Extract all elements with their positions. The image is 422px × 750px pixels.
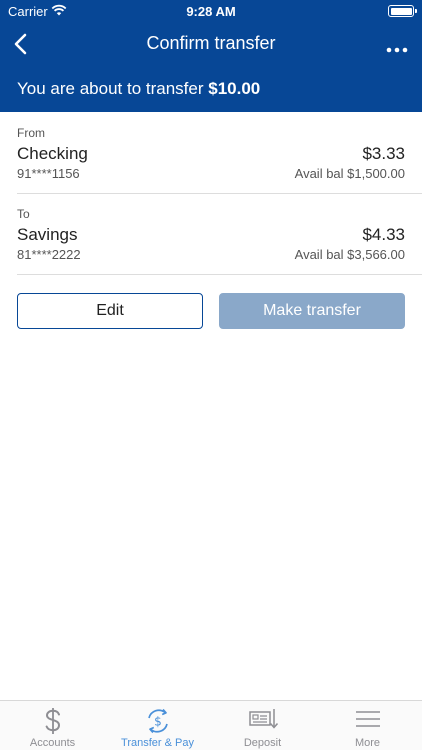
from-available-balance: Avail bal $1,500.00 — [294, 166, 405, 181]
from-account-number: 91****1156 — [17, 166, 80, 181]
to-account-name: Savings — [17, 225, 78, 244]
status-bar: Carrier 9:28 AM — [0, 0, 422, 22]
divider — [17, 193, 422, 194]
transfer-summary-text: You are about to transfer — [17, 79, 204, 98]
battery-icon — [388, 5, 417, 17]
divider — [17, 274, 422, 275]
transfer-pay-icon: $ — [105, 707, 210, 734]
transfer-summary: You are about to transfer $10.00 — [17, 79, 260, 99]
svg-text:$: $ — [154, 715, 162, 729]
to-account-number: 81****2222 — [17, 247, 81, 262]
nav-bar: Confirm transfer — [0, 22, 422, 66]
header: Carrier 9:28 AM Confirm transfer You are… — [0, 0, 422, 112]
transfer-amount: $10.00 — [208, 79, 261, 98]
page-title: Confirm transfer — [146, 33, 276, 53]
to-label: To — [17, 207, 30, 221]
edit-button[interactable]: Edit — [17, 293, 203, 329]
from-account: From Checking 91****1156 $3.33 Avail bal… — [17, 126, 405, 182]
to-account: To Savings 81****2222 $4.33 Avail bal $3… — [17, 207, 405, 263]
make-transfer-button[interactable]: Make transfer — [219, 293, 405, 329]
clock: 9:28 AM — [186, 4, 236, 19]
tab-label: Accounts — [29, 737, 76, 749]
from-account-name: Checking — [17, 144, 88, 163]
tab-label: More — [354, 737, 381, 749]
tab-bar: Accounts $ Transfer & Pay Deposit More — [0, 700, 422, 750]
tab-accounts[interactable]: Accounts — [0, 701, 105, 750]
tab-label: Deposit — [243, 737, 282, 749]
from-amount: $3.33 — [362, 144, 405, 163]
check-deposit-icon — [210, 707, 315, 733]
to-amount: $4.33 — [362, 225, 405, 244]
to-available-balance: Avail bal $3,566.00 — [294, 247, 405, 262]
hamburger-menu-icon — [315, 707, 420, 733]
tab-label: Transfer & Pay — [121, 737, 194, 749]
dollar-icon — [0, 707, 105, 734]
tab-more[interactable]: More — [315, 701, 420, 750]
tab-transfer-pay[interactable]: $ Transfer & Pay — [105, 701, 210, 750]
from-label: From — [17, 126, 45, 140]
tab-deposit[interactable]: Deposit — [210, 701, 315, 750]
more-horizontal-icon[interactable] — [386, 40, 408, 53]
